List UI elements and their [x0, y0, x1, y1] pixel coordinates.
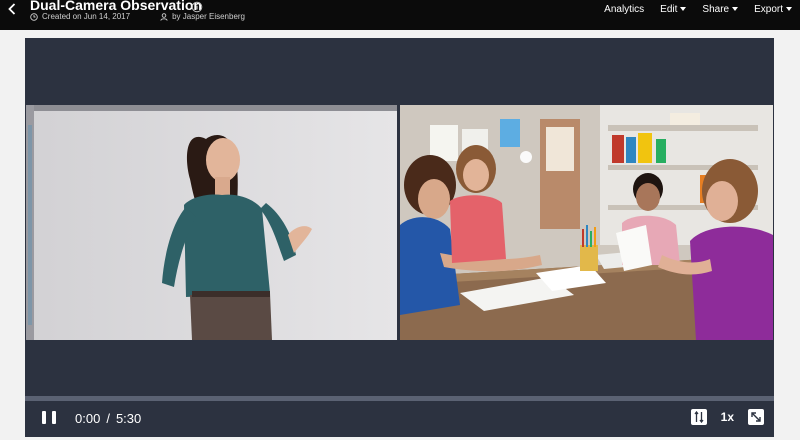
- time-separator: /: [106, 411, 110, 426]
- export-menu-button[interactable]: Export: [754, 4, 792, 15]
- clock-icon: [30, 12, 38, 21]
- analytics-button[interactable]: Analytics: [604, 4, 644, 15]
- video-area[interactable]: [25, 38, 774, 396]
- pause-icon: [42, 411, 46, 424]
- current-time: 0:00: [75, 411, 101, 426]
- control-right-group: 1x: [690, 409, 764, 425]
- edit-menu-button[interactable]: Edit: [660, 4, 687, 15]
- teacher-camera-view: [26, 105, 397, 340]
- layout-settings-button[interactable]: [690, 409, 707, 425]
- share-menu-button[interactable]: Share: [702, 4, 739, 15]
- fullscreen-button[interactable]: [748, 409, 764, 425]
- playback-speed-button[interactable]: 1x: [721, 410, 734, 424]
- top-bar: Dual-Camera Observation Created on Jun 1…: [0, 0, 800, 30]
- pause-button[interactable]: [42, 411, 56, 427]
- chevron-left-icon: [8, 3, 16, 15]
- caret-down-icon: [732, 7, 739, 11]
- author: by Jasper Eisenberg: [160, 12, 245, 21]
- sliders-icon: [694, 411, 704, 423]
- duration: 5:30: [115, 411, 142, 426]
- students-video-frame: [400, 105, 773, 340]
- header-actions: Analytics Edit Share Export: [604, 0, 792, 18]
- video-meta: Created on Jun 14, 2017 by Jasper Eisenb…: [30, 12, 245, 21]
- expand-icon: [751, 412, 761, 422]
- back-button[interactable]: [4, 0, 20, 18]
- caret-down-icon: [680, 7, 687, 11]
- students-camera-view: [400, 105, 773, 340]
- caret-down-icon: [786, 7, 792, 11]
- author-text: by Jasper Eisenberg: [172, 12, 246, 21]
- user-icon: [160, 12, 168, 21]
- player-controls: 0:00 / 5:30 1x: [25, 401, 774, 437]
- created-text: Created on Jun 14, 2017: [42, 12, 131, 21]
- created-date: Created on Jun 14, 2017: [30, 12, 130, 21]
- info-icon[interactable]: [191, 0, 203, 13]
- time-display: 0:00 / 5:30: [75, 411, 141, 426]
- teacher-video-frame: [26, 105, 397, 340]
- video-player: 0:00 / 5:30 1x: [25, 38, 774, 437]
